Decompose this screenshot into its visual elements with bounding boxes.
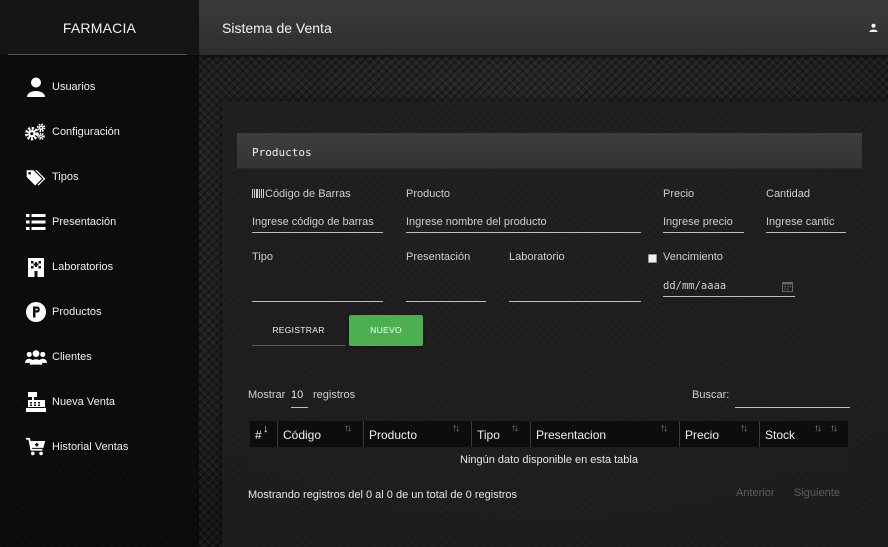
sidebar-item-configuracion[interactable]: Configuración [25,120,120,144]
barcode-label: Código de Barras [265,188,351,200]
sort-asc-icon: ↓ [263,423,268,435]
price-label: Precio [663,188,695,200]
sidebar-item-label: Nueva Venta [52,396,115,408]
sort-icon: ↑↓ [511,423,519,434]
table-info: Mostrando registros del 0 al 0 de un tot… [248,489,518,501]
column-header-stock[interactable]: Stock ↑↓ ↑↓ [760,421,848,447]
sidebar-item-label: Configuración [52,126,120,138]
table-header: # ↓ Código ↑↓ Producto ↑↓ Tipo ↑↓ Presen… [250,421,848,447]
list-icon [26,214,46,230]
sidebar-item-laboratorios[interactable]: Laboratorios [25,255,113,279]
column-header-precio[interactable]: Precio ↑↓ [680,421,760,447]
product-label: Producto [406,188,451,200]
user-icon [27,77,45,97]
calendar-icon[interactable] [782,281,793,292]
show-entries-select[interactable]: 10 [291,389,308,408]
sidebar-item-presentacion[interactable]: Presentación [25,210,116,234]
brand-title[interactable]: FARMACIA [0,20,199,36]
sidebar-item-label: Presentación [52,216,117,228]
sort-icon: ↑↓ [814,423,822,434]
sidebar-item-clientes[interactable]: Clientes [25,345,92,369]
cart-plus-icon [25,437,46,456]
sort-icon: ↑↓ [344,423,352,434]
sidebar-item-label: Clientes [52,351,92,363]
expiry-date-input[interactable]: dd/mm/aaaa [663,277,795,297]
type-select[interactable] [252,282,383,302]
column-header-producto[interactable]: Producto ↑↓ [364,421,472,447]
sidebar-item-label: Tipos [52,171,79,183]
sidebar-item-label: Productos [52,306,102,318]
top-bar: FARMACIA Sistema de Venta [0,0,888,55]
register-button[interactable]: REGISTRAR [252,315,345,346]
expiry-checkbox[interactable] [648,254,657,263]
laboratory-select[interactable] [509,282,641,302]
column-header-tipo[interactable]: Tipo ↑↓ [472,421,531,447]
show-entries-prefix: Mostrar [248,389,286,401]
user-icon[interactable] [869,23,878,32]
card-title: Productos [252,146,312,159]
expiry-label: Vencimiento [663,251,723,263]
price-input[interactable]: Ingrese precio [663,213,744,233]
type-label: Tipo [252,251,273,263]
building-icon [28,258,44,277]
cash-register-icon [26,392,46,412]
pagination-previous[interactable]: Anterior [736,487,775,499]
gears-icon [25,123,46,141]
card-header: Productos [237,133,862,169]
new-button[interactable]: NUEVO [349,315,423,346]
sort-icon: ↑↓ [740,423,748,434]
sidebar-item-nueva-venta[interactable]: Nueva Venta [25,390,115,414]
page-title: Sistema de Venta [222,20,332,36]
column-header-number[interactable]: # ↓ [250,421,278,447]
sidebar-item-usuarios[interactable]: Usuarios [25,75,95,99]
search-input[interactable] [735,388,850,408]
laboratory-label: Laboratorio [509,251,565,263]
sidebar-item-label: Laboratorios [52,261,114,273]
users-icon [25,350,47,365]
date-placeholder: dd/mm/aaaa [663,280,727,292]
product-p-icon [26,302,46,322]
sidebar-item-label: Historial Ventas [52,441,129,453]
sort-icon: ↑↓ [660,423,668,434]
sidebar-item-label: Usuarios [52,81,96,93]
sidebar-item-productos[interactable]: Productos [25,300,102,324]
sidebar-item-tipos[interactable]: Tipos [25,165,79,189]
tags-icon [26,170,46,186]
sort-icon: ↑↓ [830,423,838,434]
quantity-input[interactable]: Ingrese cantic [766,213,846,233]
barcode-input[interactable]: Ingrese código de barras [252,213,383,233]
column-header-presentacion[interactable]: Presentacion ↑↓ [531,421,680,447]
column-header-codigo[interactable]: Código ↑↓ [278,421,364,447]
pagination-next[interactable]: Siguiente [794,487,840,499]
sort-icon: ↑↓ [452,423,460,434]
table-empty-row: Ningún dato disponible en esta tabla [250,448,848,472]
presentation-label: Presentación [406,251,471,263]
quantity-label: Cantidad [766,188,811,200]
brand-area: FARMACIA [0,0,199,55]
barcode-icon [252,189,264,198]
sidebar-item-historial-ventas[interactable]: Historial Ventas [25,435,128,459]
product-input[interactable]: Ingrese nombre del producto [406,213,641,233]
presentation-select[interactable] [406,282,486,302]
search-label: Buscar: [692,389,730,401]
show-entries-suffix: registros [313,389,356,401]
